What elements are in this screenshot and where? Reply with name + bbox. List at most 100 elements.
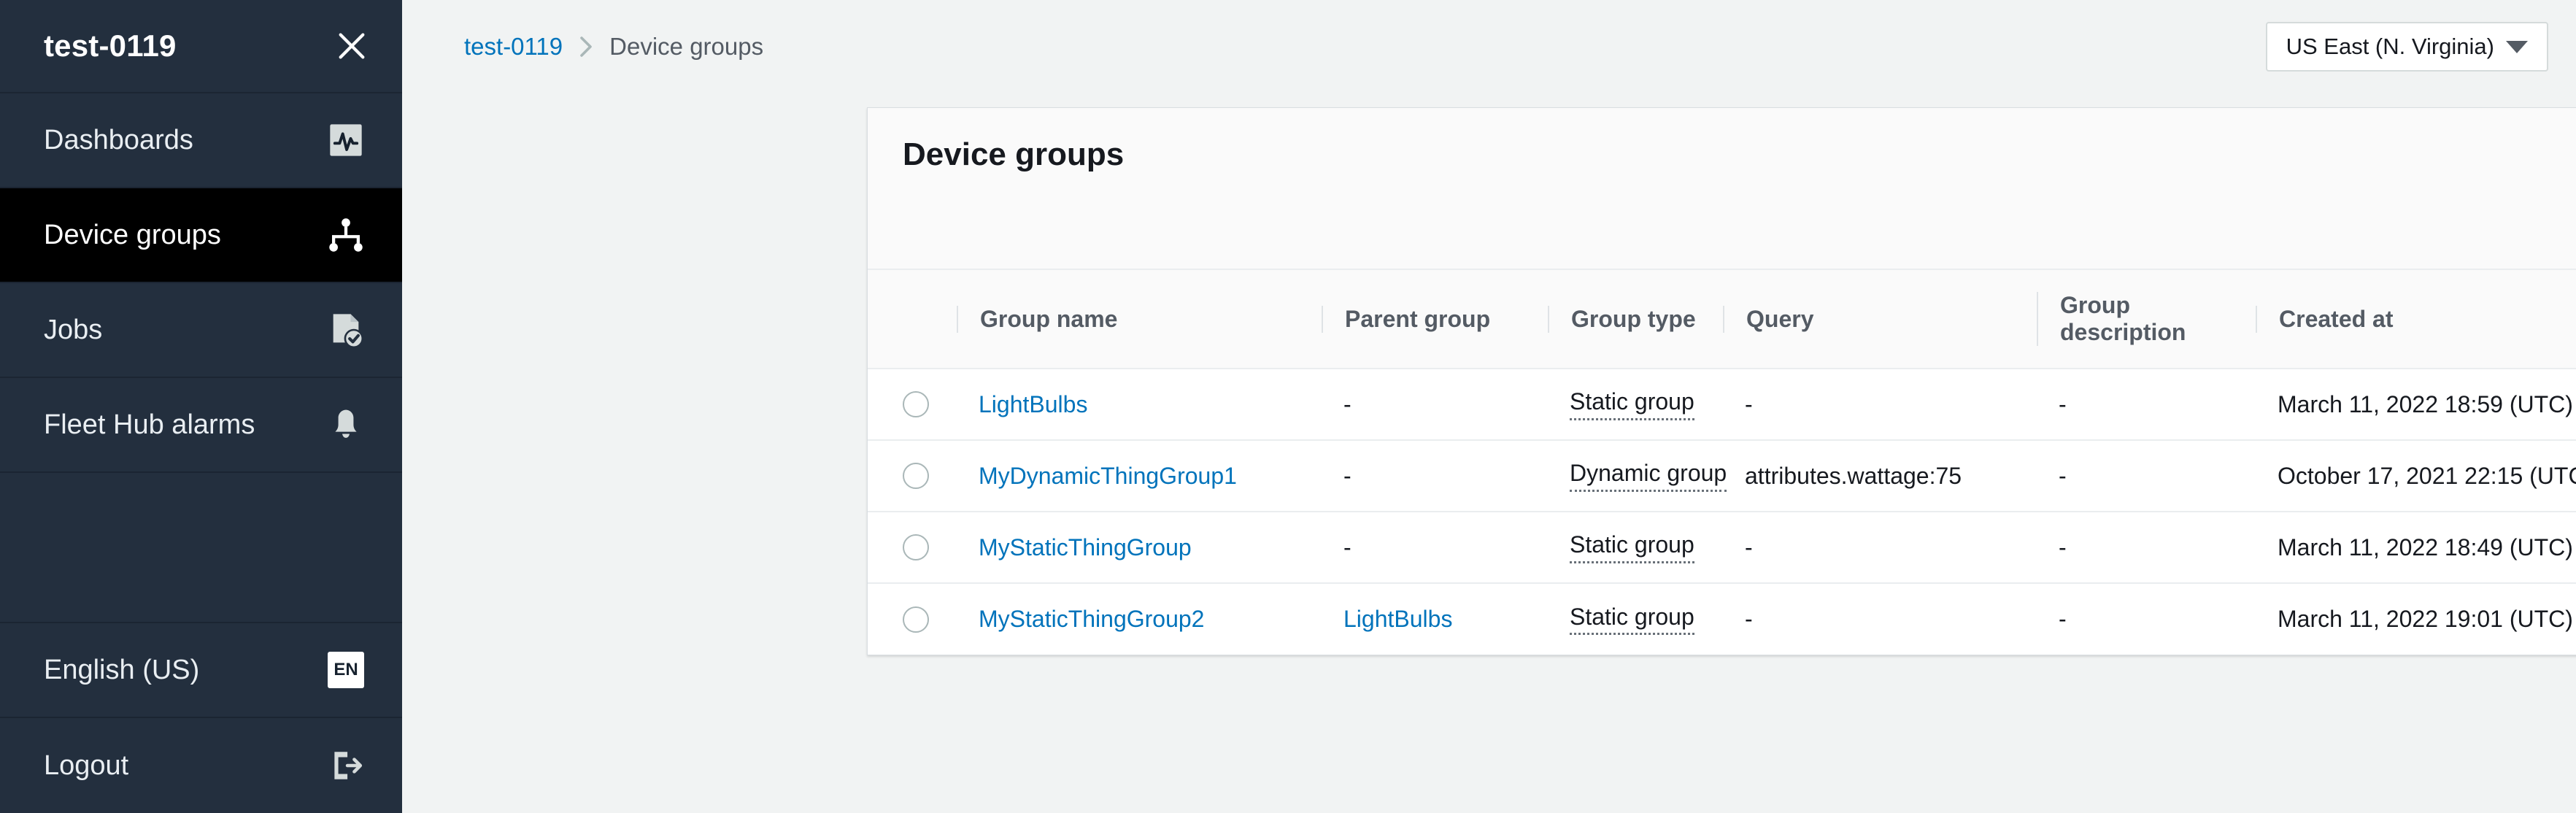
- group-description-value: -: [2059, 462, 2067, 489]
- column-header-query[interactable]: Query: [1723, 269, 2037, 369]
- language-en-badge-icon: EN: [323, 647, 369, 693]
- sidebar: test-0119 Dashboards Device groups Jobs …: [0, 0, 402, 813]
- created-at-value: October 17, 2021 22:15 (UTC): [2278, 462, 2576, 489]
- sidebar-item-device-groups[interactable]: Device groups: [0, 188, 402, 283]
- column-header-created-at[interactable]: Created at: [2256, 269, 2576, 369]
- query-value: attributes.wattage:75: [1745, 462, 1962, 489]
- sidebar-header: test-0119: [0, 0, 402, 93]
- table-row[interactable]: MyDynamicThingGroup1 - Dynamic group att…: [868, 440, 2576, 512]
- cell-created-at: October 17, 2021 22:15 (UTC): [2256, 440, 2576, 512]
- cell-query: attributes.wattage:75: [1723, 440, 2037, 512]
- parent-group-value: -: [1343, 462, 1351, 489]
- device-groups-card: Device groups Run jobs 1: [867, 107, 2576, 655]
- cell-query: -: [1723, 583, 2037, 655]
- main-content: test-0119 Device groups US East (N. Virg…: [402, 0, 2576, 813]
- cell-group-type: Static group: [1548, 512, 1723, 584]
- cell-group-description: -: [2037, 512, 2256, 584]
- row-radio-button[interactable]: [903, 606, 929, 633]
- row-select-cell: [868, 583, 957, 655]
- row-radio-button[interactable]: [903, 534, 929, 560]
- cell-group-name: MyStaticThingGroup2: [957, 583, 1322, 655]
- app-root: test-0119 Dashboards Device groups Jobs …: [0, 0, 2576, 813]
- group-description-value: -: [2059, 606, 2067, 632]
- row-radio-button[interactable]: [903, 463, 929, 489]
- cell-parent-group: -: [1322, 512, 1548, 584]
- sidebar-item-label: English (US): [44, 654, 200, 685]
- group-name-link[interactable]: MyStaticThingGroup: [979, 534, 1192, 560]
- table-header-row: Group name Parent group Group type Query…: [868, 269, 2576, 369]
- cell-created-at: March 11, 2022 19:01 (UTC): [2256, 583, 2576, 655]
- sidebar-app-title: test-0119: [44, 28, 177, 63]
- row-select-cell: [868, 369, 957, 441]
- sidebar-bottom-group: English (US) EN Logout: [0, 623, 402, 813]
- cell-group-type: Static group: [1548, 369, 1723, 441]
- cell-created-at: March 11, 2022 18:49 (UTC): [2256, 512, 2576, 584]
- column-header-group-name[interactable]: Group name: [957, 269, 1322, 369]
- dashboard-activity-icon: [323, 117, 369, 163]
- group-name-link[interactable]: MyStaticThingGroup2: [979, 606, 1204, 632]
- group-type-value[interactable]: Static group: [1570, 604, 1694, 636]
- created-at-value: March 11, 2022 19:01 (UTC): [2278, 606, 2573, 632]
- device-groups-table: Group name Parent group Group type Query…: [868, 269, 2576, 655]
- job-document-check-icon: [323, 307, 369, 352]
- caret-down-icon: [2506, 40, 2528, 53]
- cell-query: -: [1723, 512, 2037, 584]
- sidebar-item-label: Fleet Hub alarms: [44, 409, 255, 440]
- group-type-value[interactable]: Dynamic group: [1570, 461, 1727, 492]
- group-name-link[interactable]: MyDynamicThingGroup1: [979, 463, 1237, 489]
- parent-group-value: -: [1343, 533, 1351, 560]
- language-badge-text: EN: [328, 652, 364, 688]
- sidebar-item-fleet-hub-alarms[interactable]: Fleet Hub alarms: [0, 378, 402, 473]
- cell-group-name: MyDynamicThingGroup1: [957, 440, 1322, 512]
- breadcrumb: test-0119 Device groups: [464, 33, 763, 61]
- cell-group-description: -: [2037, 369, 2256, 441]
- cell-group-name: LightBulbs: [957, 369, 1322, 441]
- group-type-value[interactable]: Static group: [1570, 390, 1694, 420]
- sidebar-item-language[interactable]: English (US) EN: [0, 623, 402, 718]
- sidebar-item-label: Logout: [44, 750, 129, 781]
- table-body: LightBulbs - Static group - - March 11, …: [868, 369, 2576, 655]
- cell-parent-group: -: [1322, 440, 1548, 512]
- parent-group-link[interactable]: LightBulbs: [1343, 606, 1452, 632]
- cell-parent-group: LightBulbs: [1322, 583, 1548, 655]
- sidebar-item-dashboards[interactable]: Dashboards: [0, 93, 402, 188]
- row-radio-button[interactable]: [903, 391, 929, 417]
- cell-parent-group: -: [1322, 369, 1548, 441]
- group-description-value: -: [2059, 533, 2067, 560]
- parent-group-value: -: [1343, 390, 1351, 417]
- cell-query: -: [1723, 369, 2037, 441]
- group-type-value[interactable]: Static group: [1570, 533, 1694, 563]
- cell-group-description: -: [2037, 440, 2256, 512]
- sidebar-item-label: Dashboards: [44, 124, 193, 155]
- table-toolbar: 1: [868, 190, 2576, 269]
- sidebar-item-label: Device groups: [44, 219, 221, 250]
- created-at-value: March 11, 2022 18:59 (UTC): [2278, 390, 2573, 417]
- region-selector[interactable]: US East (N. Virginia): [2265, 22, 2548, 72]
- card-header: Device groups Run jobs 1: [868, 108, 2576, 269]
- column-header-parent-group[interactable]: Parent group: [1322, 269, 1548, 369]
- table-row[interactable]: MyStaticThingGroup - Static group - - Ma…: [868, 512, 2576, 584]
- cell-group-type: Static group: [1548, 583, 1723, 655]
- column-header-group-type[interactable]: Group type: [1548, 269, 1723, 369]
- table-row[interactable]: LightBulbs - Static group - - March 11, …: [868, 369, 2576, 441]
- region-selector-label: US East (N. Virginia): [2286, 34, 2494, 59]
- close-icon[interactable]: [335, 29, 369, 63]
- footer-text: [1486, 804, 1492, 813]
- sidebar-item-logout[interactable]: Logout: [0, 718, 402, 813]
- select-column-header: [868, 269, 957, 369]
- query-value: -: [1745, 533, 1753, 560]
- column-header-group-description[interactable]: Group description: [2037, 269, 2256, 369]
- breadcrumb-link-root[interactable]: test-0119: [464, 33, 563, 61]
- top-bar: test-0119 Device groups US East (N. Virg…: [402, 0, 2576, 93]
- group-description-value: -: [2059, 390, 2067, 417]
- group-name-link[interactable]: LightBulbs: [979, 391, 1087, 417]
- cell-group-description: -: [2037, 583, 2256, 655]
- cell-group-name: MyStaticThingGroup: [957, 512, 1322, 584]
- sidebar-filler: [0, 473, 402, 623]
- table-row[interactable]: MyStaticThingGroup2 LightBulbs Static gr…: [868, 583, 2576, 655]
- device-group-hierarchy-icon: [323, 212, 369, 258]
- sidebar-item-jobs[interactable]: Jobs: [0, 283, 402, 378]
- created-at-value: March 11, 2022 18:49 (UTC): [2278, 533, 2573, 560]
- logout-icon: [323, 743, 369, 788]
- query-value: -: [1745, 390, 1753, 417]
